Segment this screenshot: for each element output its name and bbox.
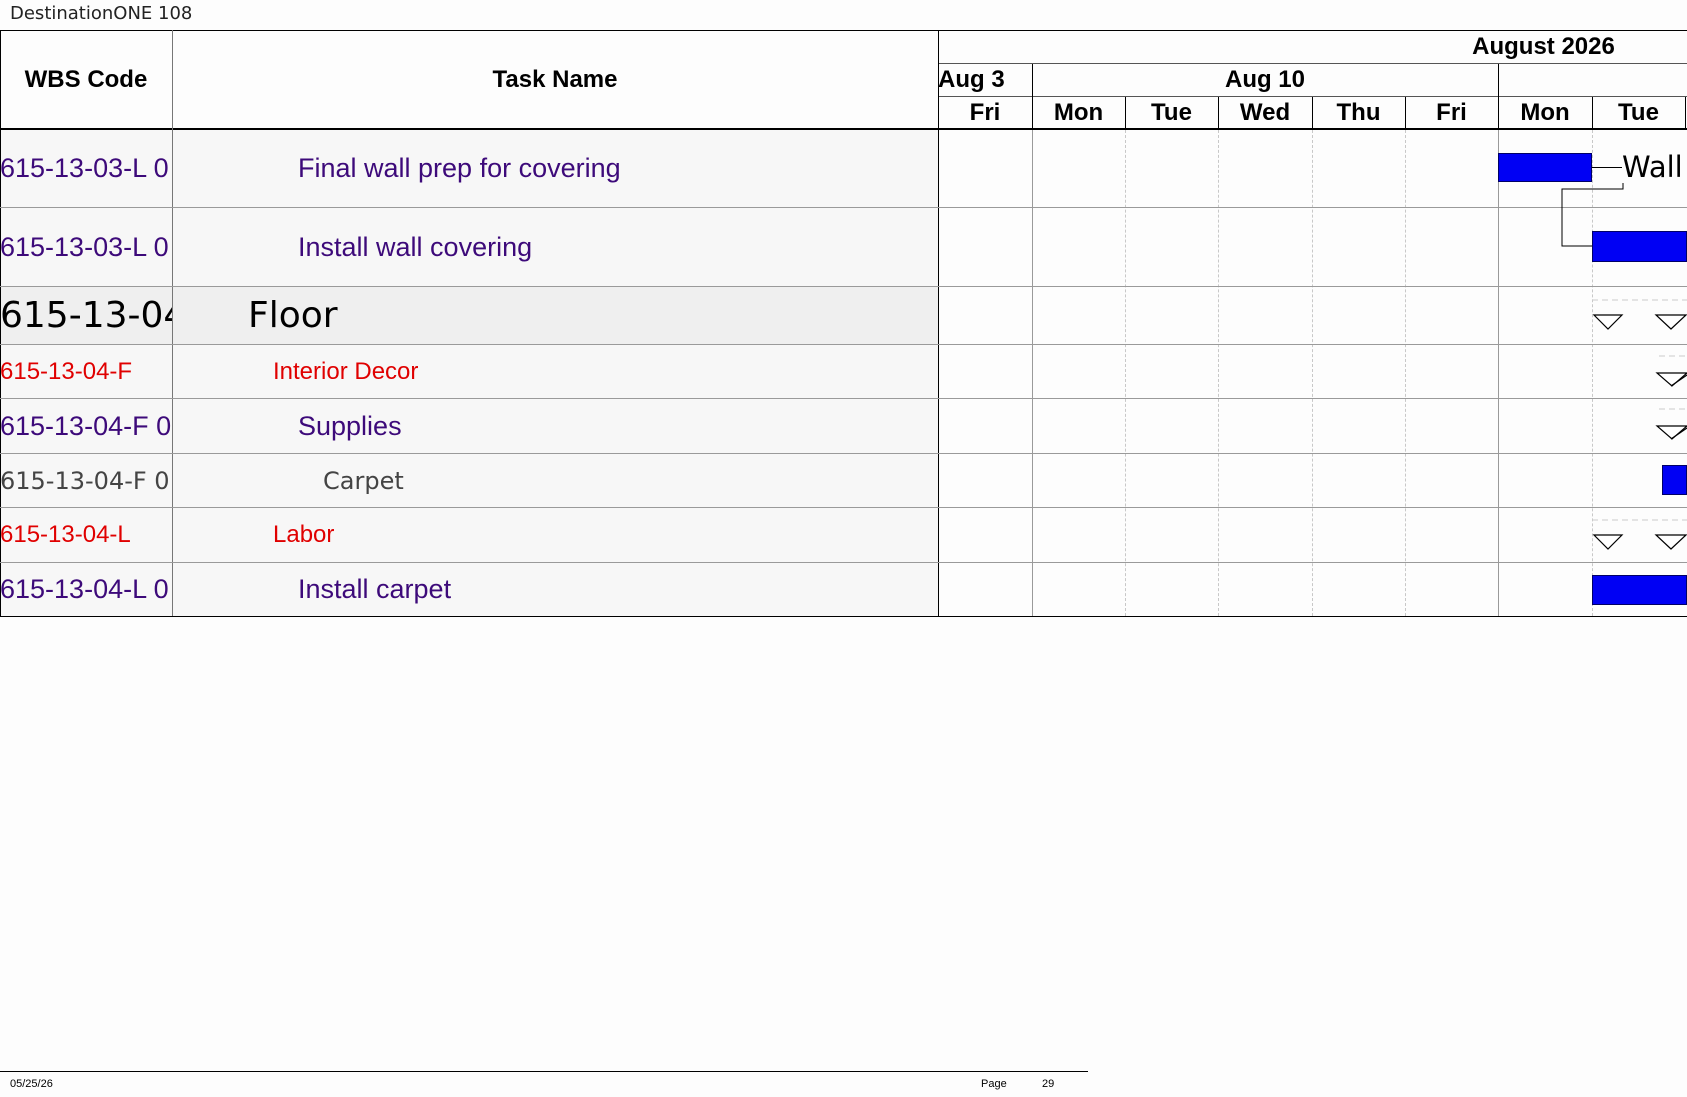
footer-page-label: Page — [981, 1078, 1007, 1090]
task-name-cell[interactable]: Supplies — [298, 399, 402, 453]
timescale-day: Mon — [1520, 98, 1570, 126]
summary-end-marker — [1654, 314, 1687, 330]
wbs-code-cell[interactable]: 615-13-04-L — [0, 508, 172, 562]
header-divider — [1312, 97, 1313, 129]
task-name-cell[interactable]: Install wall covering — [298, 208, 532, 286]
summary-bar[interactable] — [1655, 408, 1687, 443]
wbs-code-cell[interactable]: 615-13-03-L 0 — [0, 208, 172, 286]
row-separator — [0, 344, 1687, 345]
gantt-task-bar[interactable] — [1592, 231, 1687, 262]
gantt-bar-label: Wall — [1622, 150, 1683, 184]
bar-label-leader — [1592, 167, 1622, 168]
gantt-gridline — [1405, 130, 1406, 616]
summary-start-marker — [1592, 314, 1624, 330]
row-separator — [0, 398, 1687, 399]
header-divider — [1592, 97, 1593, 129]
footer-rule — [0, 1071, 1088, 1072]
timescale-day: Mon — [1053, 98, 1104, 126]
task-name-cell[interactable]: Interior Decor — [273, 345, 418, 398]
timescale-day: Wed — [1239, 98, 1291, 126]
summary-bar[interactable] — [1592, 299, 1687, 331]
timescale-day: Thu — [1336, 98, 1381, 126]
header-divider — [1125, 97, 1126, 129]
document-title: DestinationONE 108 — [10, 3, 193, 24]
timescale-day: Tue — [1151, 98, 1192, 126]
timescale-day: Tue — [1618, 98, 1659, 126]
header-divider — [1032, 64, 1033, 129]
wbs-code-cell[interactable]: 615-13-04-L 0 — [0, 563, 172, 616]
summary-end-marker — [1654, 534, 1687, 550]
column-divider — [172, 30, 173, 617]
gantt-gridline — [1125, 130, 1126, 616]
timescale-day: Fri — [969, 98, 1001, 126]
summary-start-marker — [1592, 534, 1624, 550]
summary-bar[interactable] — [1655, 355, 1687, 390]
wbs-code-cell[interactable]: 615-13-04-F — [0, 345, 172, 398]
summary-start-marker — [1655, 372, 1687, 387]
timescale-month: August 2026 — [1472, 33, 1615, 60]
gantt-gridline — [1218, 130, 1219, 616]
timescale-week: Aug 10 — [1224, 66, 1305, 93]
wbs-code-cell[interactable]: 615-13-03-L 0 — [0, 129, 172, 207]
header-divider — [1218, 97, 1219, 129]
row-separator — [0, 453, 1687, 454]
summary-bar[interactable] — [1592, 519, 1687, 553]
header-divider — [1498, 64, 1499, 129]
footer-page-number: 29 — [1042, 1078, 1055, 1090]
task-name-cell[interactable]: Install carpet — [298, 563, 451, 616]
gantt-gridline — [1312, 130, 1313, 616]
task-name-cell[interactable]: Floor — [248, 287, 338, 344]
header-divider — [1405, 97, 1406, 129]
header-divider — [1685, 97, 1686, 129]
header-bottom-border — [0, 128, 1687, 130]
gantt-task-bar[interactable] — [1592, 575, 1687, 605]
timescale-day: Fri — [1436, 98, 1467, 126]
row-separator — [0, 562, 1687, 563]
footer-date: 05/25/26 — [10, 1078, 53, 1090]
row-separator — [0, 207, 1687, 208]
row-separator — [0, 507, 1687, 508]
task-name-cell[interactable]: Carpet — [323, 454, 404, 507]
column-header-wbs[interactable]: WBS Code — [0, 31, 172, 128]
column-divider — [938, 30, 939, 617]
wbs-code-cell[interactable]: 615-13-04-F 0 — [0, 399, 172, 453]
column-header-task-name[interactable]: Task Name — [172, 31, 938, 128]
summary-start-marker — [1655, 425, 1687, 440]
timescale-week: Aug 3 — [938, 66, 1005, 93]
task-name-cell[interactable]: Labor — [273, 508, 334, 562]
wbs-code-cell[interactable]: 615-13-04-F 01 — [0, 454, 172, 507]
gantt-task-bar[interactable] — [1498, 153, 1592, 182]
table-bottom-border — [0, 616, 1687, 617]
wbs-code-cell[interactable]: 615-13-04 — [0, 287, 172, 344]
gantt-task-bar[interactable] — [1662, 465, 1687, 495]
gantt-gridline — [1498, 130, 1499, 616]
gantt-gridline — [1032, 130, 1033, 616]
task-name-cell[interactable]: Final wall prep for covering — [298, 129, 621, 207]
